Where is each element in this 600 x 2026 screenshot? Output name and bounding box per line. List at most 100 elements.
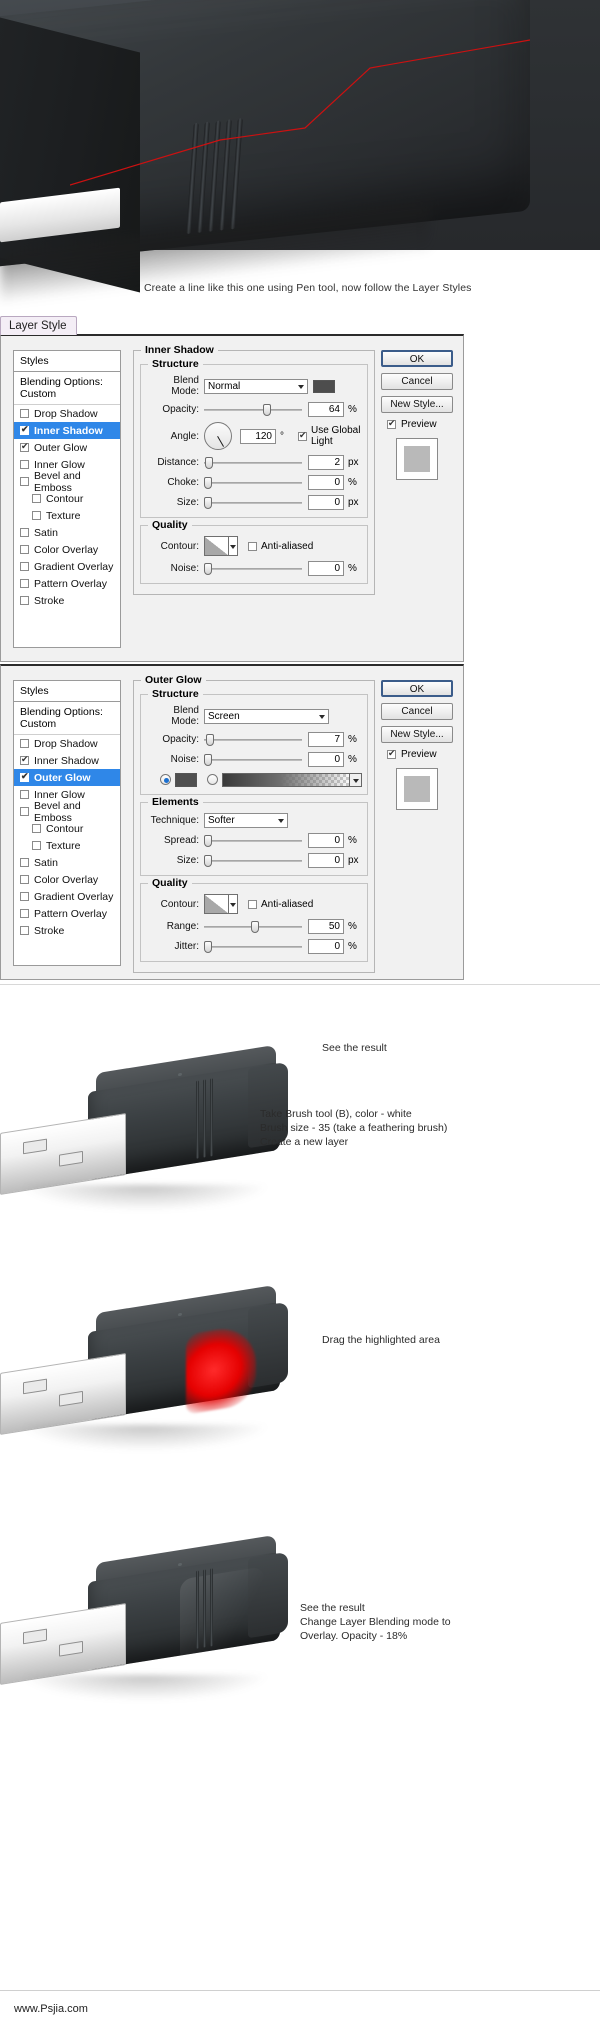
distance-slider[interactable] xyxy=(204,456,302,470)
checkbox-icon[interactable] xyxy=(20,477,29,486)
style-item-stroke[interactable]: Stroke xyxy=(14,922,120,939)
styles-list-2[interactable]: Drop ShadowInner ShadowOuter GlowInner G… xyxy=(14,735,120,939)
style-item-color-overlay[interactable]: Color Overlay xyxy=(14,871,120,888)
slider-thumb[interactable] xyxy=(204,476,212,489)
anti-aliased-checkbox[interactable]: Anti-aliased xyxy=(248,541,313,552)
style-item-bevel-and-emboss[interactable]: Bevel and Emboss xyxy=(14,470,120,494)
slider-thumb[interactable] xyxy=(204,940,212,953)
glow-solid-color-radio[interactable] xyxy=(160,774,171,785)
opacity-value[interactable]: 7 xyxy=(308,732,344,747)
style-item-texture[interactable]: Texture xyxy=(14,837,120,854)
checkbox-icon[interactable] xyxy=(32,841,41,850)
checkbox-icon[interactable] xyxy=(32,824,41,833)
spread-slider[interactable] xyxy=(204,834,302,848)
anti-aliased-checkbox[interactable]: Anti-aliased xyxy=(248,899,313,910)
style-item-satin[interactable]: Satin xyxy=(14,854,120,871)
style-item-gradient-overlay[interactable]: Gradient Overlay xyxy=(14,558,120,575)
checkbox-icon[interactable] xyxy=(20,754,29,765)
layer-style-window-tab[interactable]: Layer Style xyxy=(0,316,77,335)
slider-thumb[interactable] xyxy=(204,834,212,847)
checkbox-icon[interactable] xyxy=(20,807,29,816)
slider-thumb[interactable] xyxy=(204,854,212,867)
styles-list-panel[interactable]: Styles Blending Options: Custom Drop Sha… xyxy=(13,350,121,648)
slider-thumb[interactable] xyxy=(204,456,213,469)
style-item-outer-glow[interactable]: Outer Glow xyxy=(14,439,120,456)
new-style-button[interactable]: New Style... xyxy=(381,396,453,413)
styles-list-panel[interactable]: Styles Blending Options: Custom Drop Sha… xyxy=(13,680,121,966)
checkbox-icon[interactable] xyxy=(20,858,29,867)
jitter-value[interactable]: 0 xyxy=(308,939,344,954)
jitter-slider[interactable] xyxy=(204,940,302,954)
checkbox-icon[interactable] xyxy=(20,790,29,799)
style-item-inner-shadow[interactable]: Inner Shadow xyxy=(14,752,120,769)
slider-thumb[interactable] xyxy=(262,403,271,416)
angle-value[interactable]: 120 xyxy=(240,428,276,444)
use-global-light-checkbox[interactable]: Use Global Light xyxy=(298,425,362,447)
style-item-outer-glow[interactable]: Outer Glow xyxy=(14,769,120,786)
chevron-down-icon[interactable] xyxy=(229,895,237,913)
opacity-value[interactable]: 64 xyxy=(308,402,344,417)
checkbox-icon[interactable] xyxy=(20,579,29,588)
cancel-button[interactable]: Cancel xyxy=(381,373,453,390)
style-item-stroke[interactable]: Stroke xyxy=(14,592,120,609)
glow-gradient-preview[interactable] xyxy=(222,772,350,787)
chevron-down-icon[interactable] xyxy=(229,537,237,555)
glow-gradient-radio[interactable] xyxy=(207,774,218,785)
spread-value[interactable]: 0 xyxy=(308,833,344,848)
style-item-texture[interactable]: Texture xyxy=(14,507,120,524)
slider-thumb[interactable] xyxy=(205,733,214,746)
checkbox-icon[interactable] xyxy=(20,441,29,452)
size-value[interactable]: 0 xyxy=(308,495,344,510)
choke-value[interactable]: 0 xyxy=(308,475,344,490)
blending-options-row[interactable]: Blending Options: Custom xyxy=(14,372,120,405)
size-slider[interactable] xyxy=(204,854,302,868)
checkbox-icon[interactable] xyxy=(20,909,29,918)
ok-button[interactable]: OK xyxy=(381,680,453,697)
checkbox-icon[interactable] xyxy=(20,460,29,469)
ok-button[interactable]: OK xyxy=(381,350,453,367)
style-item-color-overlay[interactable]: Color Overlay xyxy=(14,541,120,558)
new-style-button[interactable]: New Style... xyxy=(381,726,453,743)
chevron-down-icon[interactable] xyxy=(350,772,362,787)
style-item-bevel-and-emboss[interactable]: Bevel and Emboss xyxy=(14,800,120,824)
checkbox-icon[interactable] xyxy=(20,528,29,537)
shadow-color-swatch[interactable] xyxy=(313,379,335,393)
checkbox-icon[interactable] xyxy=(20,424,29,435)
noise-value[interactable]: 0 xyxy=(308,752,344,767)
style-item-satin[interactable]: Satin xyxy=(14,524,120,541)
preview-checkbox[interactable]: Preview xyxy=(387,748,453,760)
checkbox-icon[interactable] xyxy=(20,545,29,554)
size-slider[interactable] xyxy=(204,496,302,510)
checkbox-icon[interactable] xyxy=(20,926,29,935)
slider-thumb[interactable] xyxy=(251,920,260,933)
checkbox-icon[interactable] xyxy=(20,596,29,605)
checkbox-icon[interactable] xyxy=(20,739,29,748)
noise-slider[interactable] xyxy=(204,753,302,767)
noise-slider[interactable] xyxy=(204,562,302,576)
style-item-drop-shadow[interactable]: Drop Shadow xyxy=(14,405,120,422)
contour-preset-picker[interactable] xyxy=(204,894,238,914)
technique-select[interactable]: Softer xyxy=(204,813,288,828)
blend-mode-select[interactable]: Screen xyxy=(204,708,329,724)
opacity-slider[interactable] xyxy=(204,403,302,417)
style-item-gradient-overlay[interactable]: Gradient Overlay xyxy=(14,888,120,905)
distance-value[interactable]: 2 xyxy=(308,455,344,470)
noise-value[interactable]: 0 xyxy=(308,561,344,576)
preview-checkbox[interactable]: Preview xyxy=(387,418,453,430)
checkbox-icon[interactable] xyxy=(32,494,41,503)
size-value[interactable]: 0 xyxy=(308,853,344,868)
checkbox-icon[interactable] xyxy=(20,892,29,901)
opacity-slider[interactable] xyxy=(204,733,302,747)
contour-preset-picker[interactable] xyxy=(204,536,238,556)
styles-list-1[interactable]: Drop ShadowInner ShadowOuter GlowInner G… xyxy=(14,405,120,609)
blending-options-row[interactable]: Blending Options: Custom xyxy=(14,702,120,735)
slider-thumb[interactable] xyxy=(204,562,212,575)
range-value[interactable]: 50 xyxy=(308,919,344,934)
checkbox-icon[interactable] xyxy=(20,409,29,418)
style-item-pattern-overlay[interactable]: Pattern Overlay xyxy=(14,905,120,922)
range-slider[interactable] xyxy=(204,920,302,934)
choke-slider[interactable] xyxy=(204,476,302,490)
checkbox-icon[interactable] xyxy=(32,511,41,520)
slider-thumb[interactable] xyxy=(204,496,212,509)
style-item-drop-shadow[interactable]: Drop Shadow xyxy=(14,735,120,752)
